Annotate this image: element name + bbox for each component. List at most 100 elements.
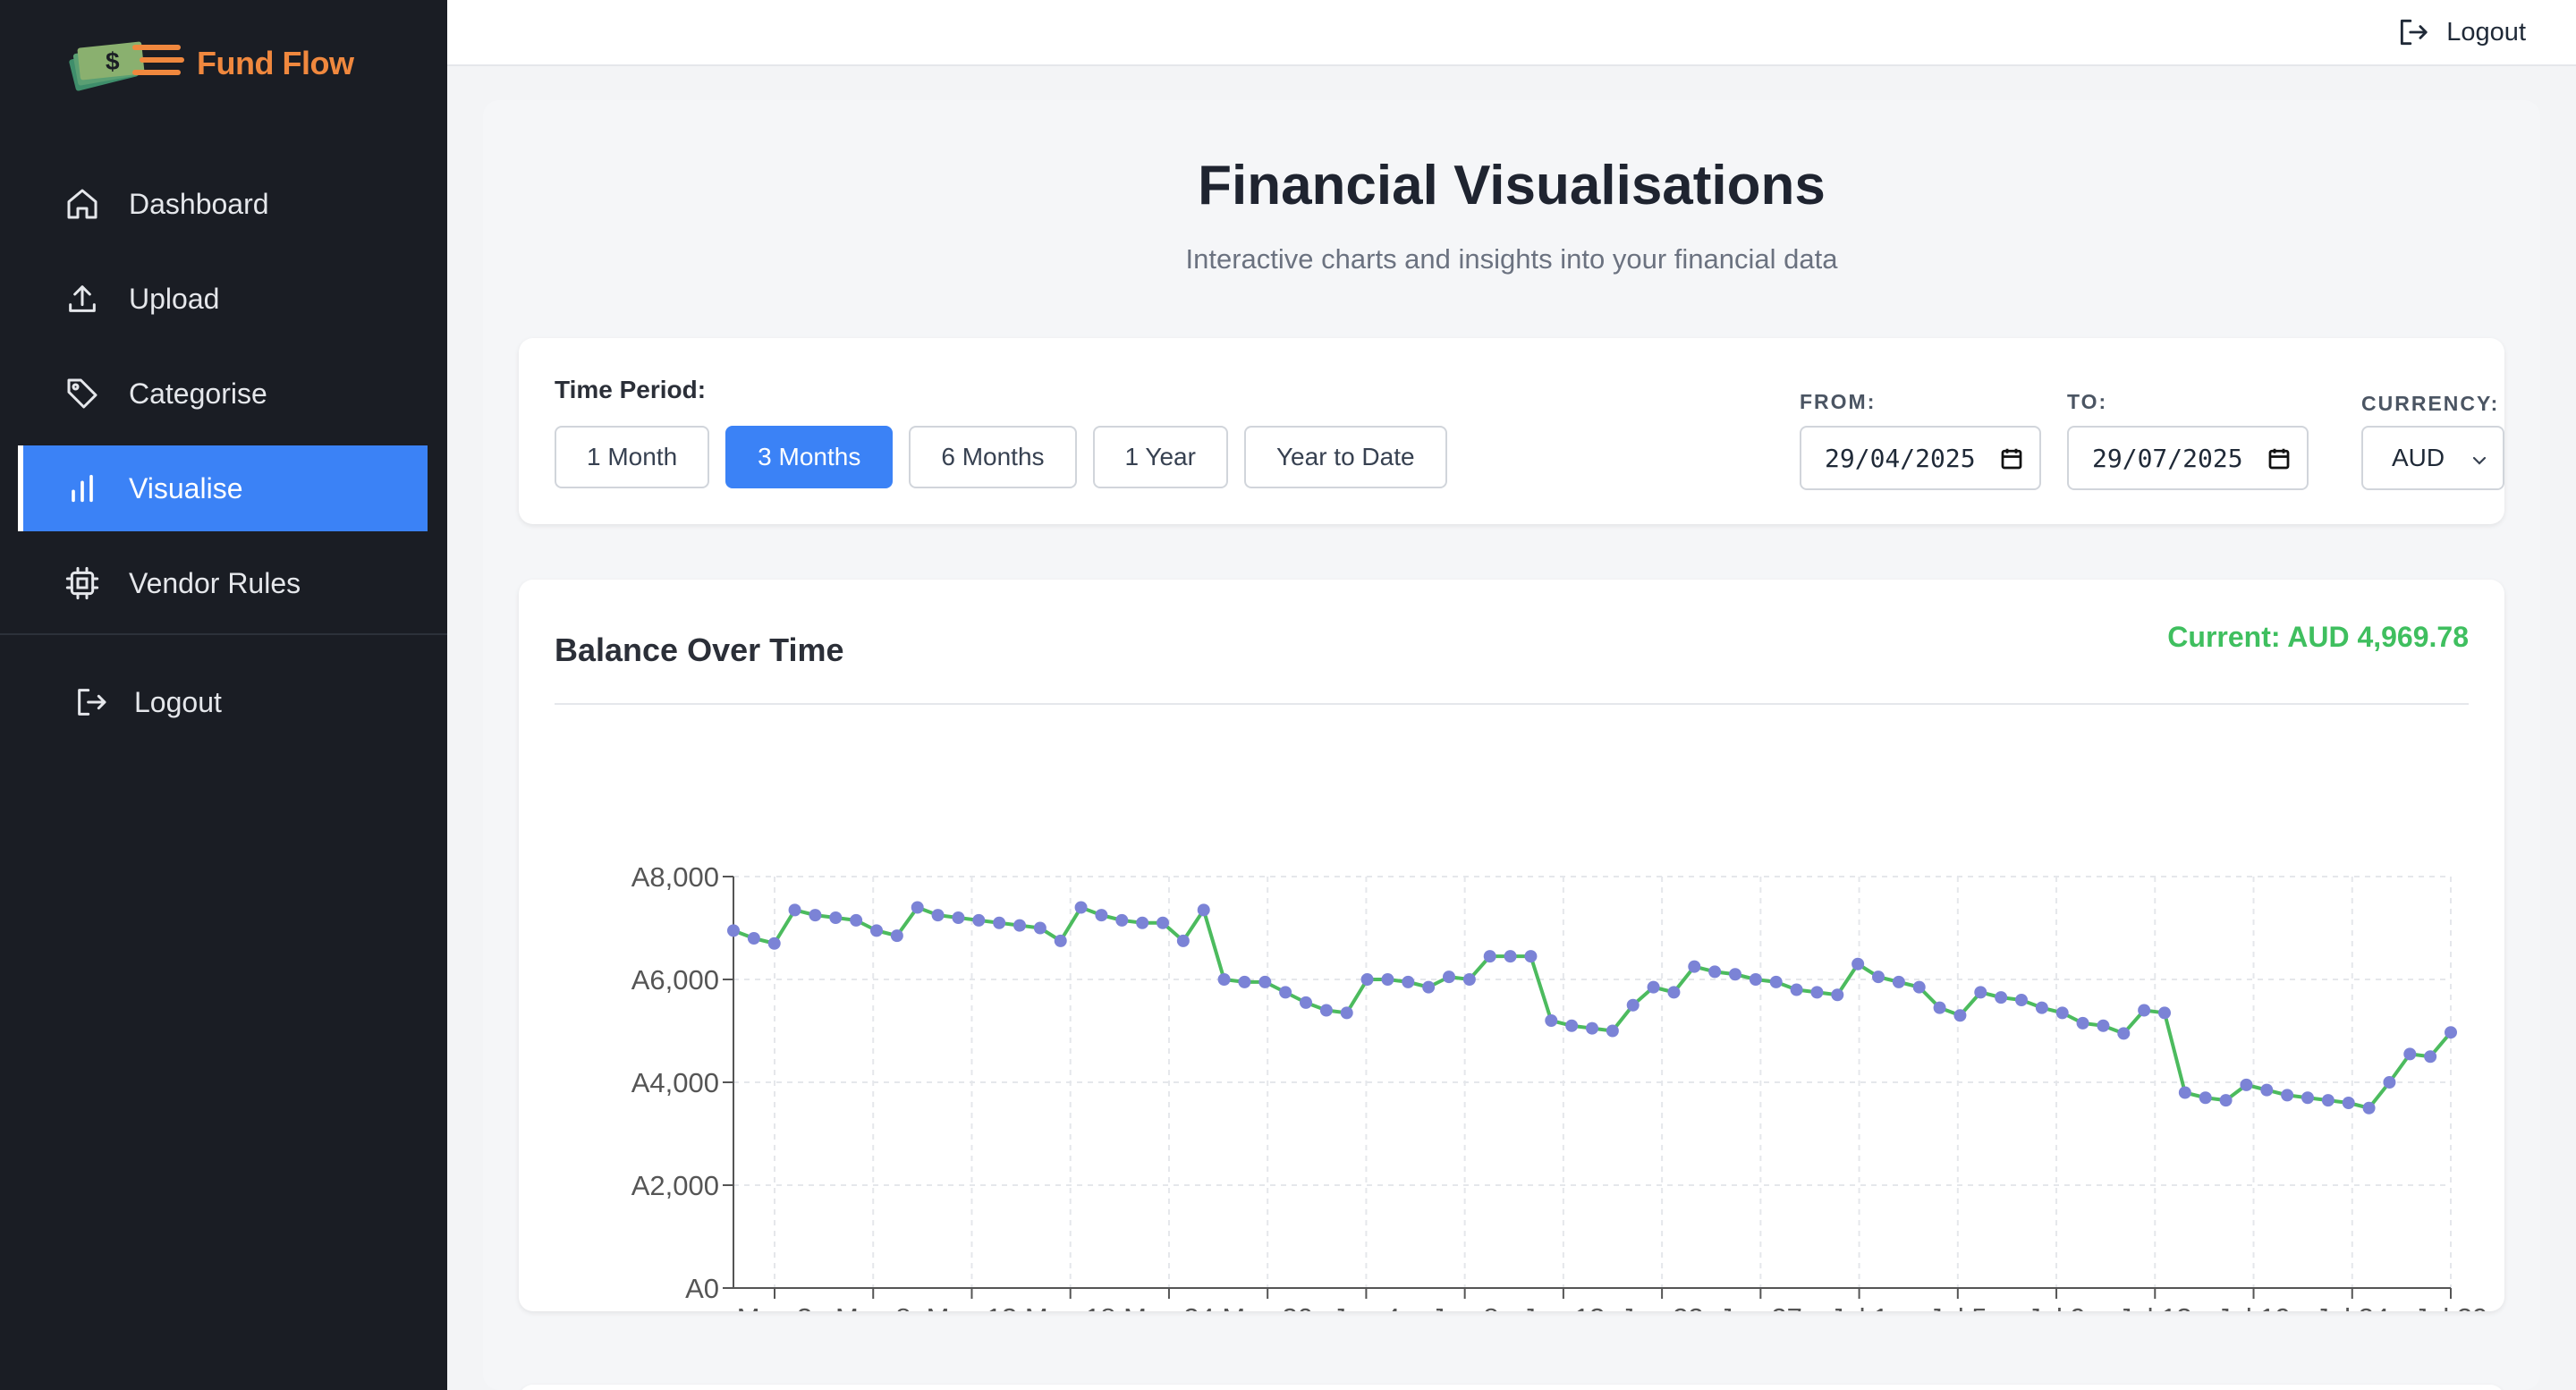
x-tick-label: Jun 13 (1521, 1302, 1605, 1311)
y-tick-label: A8,000 (631, 861, 719, 893)
data-point (1852, 957, 1865, 970)
data-point (2117, 1027, 2131, 1040)
page-subtitle: Interactive charts and insights into you… (1185, 243, 1838, 275)
data-point (1381, 973, 1394, 986)
data-point (870, 924, 883, 937)
data-point (2158, 1006, 2171, 1020)
data-point (1586, 1021, 1598, 1035)
y-tick-label: A2,000 (631, 1170, 719, 1201)
top-logout-button[interactable]: Logout (2396, 13, 2526, 52)
x-tick-label: Jul 1 (1830, 1302, 1888, 1311)
sidebar-divider (0, 633, 447, 635)
data-point (2035, 1001, 2048, 1014)
balance-chart-card: Balance Over Time Current: AUD 4,969.78 … (519, 580, 2504, 1311)
calendar-icon[interactable] (2266, 445, 2292, 479)
logout-icon (72, 682, 111, 722)
data-point (2138, 1004, 2151, 1017)
data-point (1054, 934, 1067, 947)
sidebar-item-label: Upload (129, 282, 220, 315)
y-tick-label: A4,000 (631, 1067, 719, 1098)
x-tick-label: Jul 29 (2414, 1302, 2488, 1311)
data-point (1462, 973, 1476, 986)
app-name: Fund Flow (197, 45, 354, 81)
period-1-month-button[interactable]: 1 Month (555, 426, 710, 488)
data-point (1565, 1019, 1579, 1032)
sidebar-item-visualise[interactable]: Visualise (18, 445, 428, 531)
data-point (1974, 986, 1987, 999)
fund-flow-logo-icon: $ (69, 41, 184, 91)
data-point (747, 932, 760, 945)
time-period-buttons: 1 Month 3 Months 6 Months 1 Year Year to… (555, 426, 1463, 488)
data-point (1831, 988, 1844, 1002)
sidebar-item-dashboard[interactable]: Dashboard (18, 161, 428, 247)
data-point (727, 924, 740, 937)
sidebar-logout-label: Logout (134, 685, 222, 718)
tag-icon (63, 374, 102, 413)
data-point (993, 916, 1006, 929)
data-point (1524, 950, 1538, 963)
sidebar-logout-button[interactable]: Logout (72, 662, 222, 742)
data-point (1667, 986, 1681, 999)
period-3-months-button[interactable]: 3 Months (725, 426, 894, 488)
data-point (1217, 973, 1231, 986)
data-point (1729, 968, 1741, 981)
data-point (1953, 1009, 1967, 1022)
data-point (972, 913, 986, 927)
data-point (1708, 965, 1722, 979)
calendar-icon[interactable] (1998, 445, 2025, 479)
data-point (1402, 975, 1415, 988)
balance-line-chart[interactable]: A0 A2,000 A4,000 A6,000 A8,000 May 3 May 8 May … (519, 580, 2504, 1311)
svg-text:$: $ (106, 47, 120, 75)
x-tick-label: Jun 8 (1431, 1302, 1499, 1311)
sidebar-nav: Dashboard Upload Categorise Visualise Ve… (18, 161, 428, 635)
data-point (1606, 1024, 1619, 1038)
data-point (1647, 980, 1660, 994)
data-point (2240, 1078, 2253, 1091)
page-title: Financial Visualisations (1198, 155, 1826, 216)
data-point (931, 909, 945, 922)
sidebar-item-label: Dashboard (129, 187, 269, 220)
x-tick-label: Jun 22 (1621, 1302, 1704, 1311)
data-point (1626, 998, 1640, 1012)
from-date-input[interactable]: 29/04/2025 (1800, 426, 2041, 490)
x-tick-label: May 3 (737, 1302, 812, 1311)
data-point (809, 909, 822, 922)
sidebar-item-categorise[interactable]: Categorise (18, 351, 428, 436)
y-tick-label: A6,000 (631, 964, 719, 996)
data-point (2260, 1083, 2274, 1097)
data-point (1933, 1001, 1946, 1014)
data-point (2055, 1006, 2069, 1020)
x-tick-label: Jun 27 (1719, 1302, 1802, 1311)
data-point (1872, 970, 1885, 984)
data-point (767, 937, 781, 950)
x-tick-label: Jul 24 (2315, 1302, 2389, 1311)
data-point (2362, 1101, 2376, 1115)
data-point (1995, 991, 2008, 1004)
x-tick-label: May 30 (1222, 1302, 1313, 1311)
to-date-value: 29/07/2025 (2092, 443, 2243, 473)
to-label: TO: (2067, 390, 2108, 413)
data-point (1422, 980, 1436, 994)
upload-icon (63, 279, 102, 318)
x-tick-label: Jul 13 (2118, 1302, 2192, 1311)
data-point (1790, 983, 1803, 996)
sidebar-item-vendor-rules[interactable]: Vendor Rules (18, 540, 428, 626)
period-1-year-button[interactable]: 1 Year (1092, 426, 1228, 488)
logout-icon (2396, 14, 2432, 50)
data-point (1136, 916, 1149, 929)
data-point (1176, 934, 1190, 947)
data-point (1157, 916, 1169, 929)
to-date-input[interactable]: 29/07/2025 (2067, 426, 2309, 490)
data-point (1074, 901, 1088, 914)
data-point (1545, 1014, 1558, 1027)
currency-select[interactable]: AUD (2361, 426, 2504, 490)
data-point (1483, 950, 1496, 963)
time-period-label: Time Period: (555, 376, 707, 403)
sidebar-item-upload[interactable]: Upload (18, 256, 428, 342)
data-point (2178, 1086, 2191, 1099)
period-year-to-date-button[interactable]: Year to Date (1243, 426, 1447, 488)
period-6-months-button[interactable]: 6 Months (909, 426, 1077, 488)
data-point (829, 911, 843, 924)
brand[interactable]: $ Fund Flow (64, 32, 354, 95)
data-point (1360, 973, 1374, 986)
